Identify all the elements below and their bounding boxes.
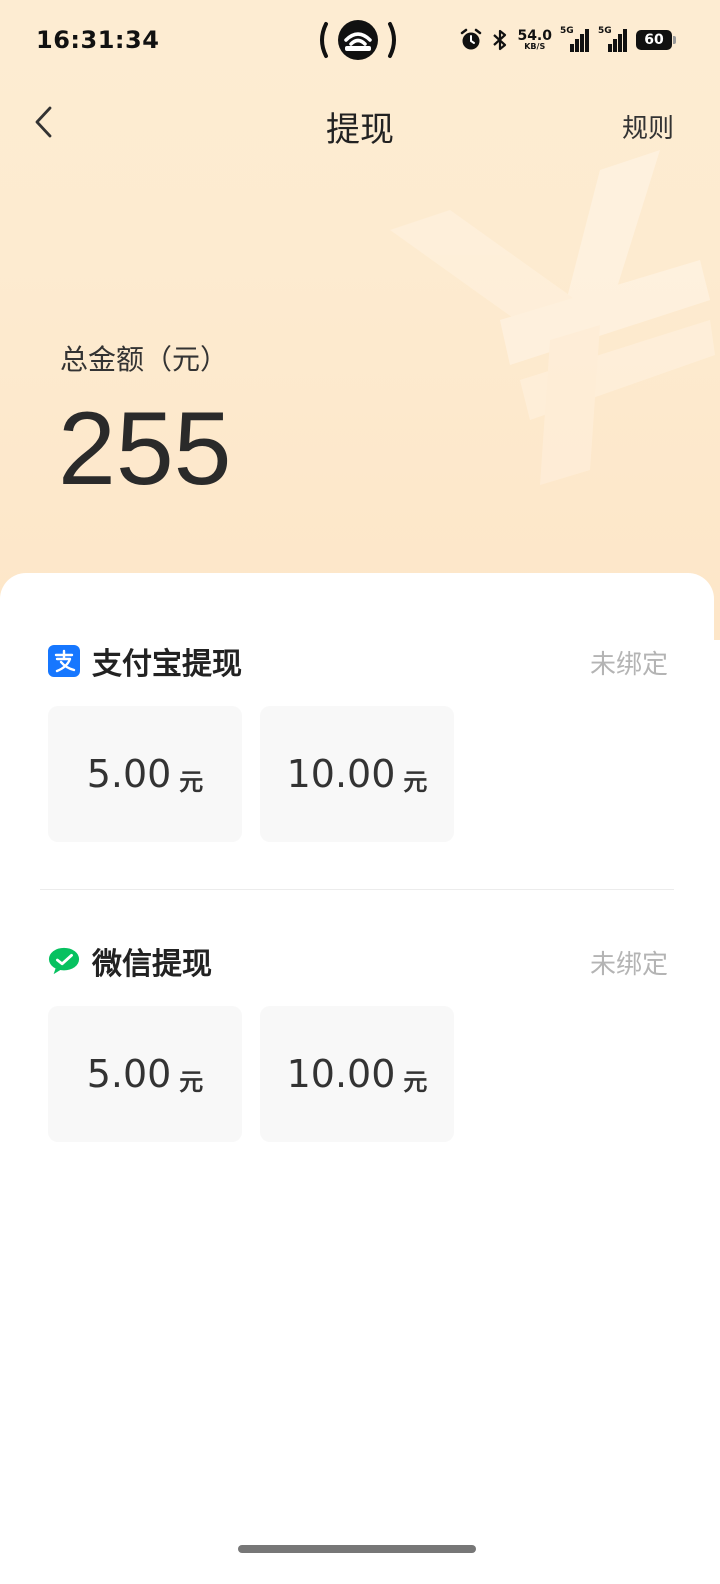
amount-value: 5.00 <box>86 752 172 796</box>
network-speed-unit: KB/S <box>524 42 546 51</box>
amount-value: 10.00 <box>286 1052 396 1096</box>
wechat-section-header: 微信提现 未绑定 <box>48 936 668 986</box>
section-divider <box>40 889 674 890</box>
alarm-icon <box>461 28 482 50</box>
page-title: 提现 <box>326 110 394 150</box>
hotspot-icon <box>320 20 396 60</box>
wechat-section-title: 微信提现 <box>92 947 212 982</box>
home-indicator[interactable] <box>238 1545 476 1553</box>
signal-strength-2: 5G <box>598 26 628 52</box>
yuan-decoration-icon <box>390 150 715 485</box>
nav-bar: 提现 规则 <box>0 90 720 160</box>
wechat-icon <box>48 945 80 977</box>
alipay-amount-option-1[interactable]: 5.00 元 <box>48 706 242 842</box>
status-icons: 54.0 KB/S 5G 5G 60 <box>459 24 676 56</box>
balance-value: 255 <box>58 391 232 507</box>
amount-unit: 元 <box>403 1067 428 1096</box>
battery-indicator: 60 <box>636 30 676 50</box>
rules-link[interactable]: 规则 <box>622 108 674 145</box>
alipay-icon <box>48 645 80 677</box>
amount-unit: 元 <box>179 767 204 796</box>
network-speed-value: 54.0 <box>517 28 552 44</box>
amount-value: 10.00 <box>286 752 396 796</box>
status-time: 16:31:34 <box>36 26 160 54</box>
signal-2-label: 5G <box>598 26 612 36</box>
wechat-bind-status[interactable]: 未绑定 <box>590 944 668 981</box>
amount-value: 5.00 <box>86 1052 172 1096</box>
amount-unit: 元 <box>179 1067 204 1096</box>
network-speed: 54.0 KB/S <box>517 29 552 51</box>
battery-level: 60 <box>644 32 664 48</box>
alipay-section-title: 支付宝提现 <box>92 647 242 682</box>
withdraw-card: 支付宝提现 未绑定 5.00 元 10.00 元 微信提现 未绑定 5.00 元… <box>0 573 714 1584</box>
balance-label: 总金额（元） <box>60 343 229 376</box>
status-bar: 16:31:34 54.0 KB/S 5G 5G 60 <box>0 0 720 80</box>
signal-strength-1: 5G <box>560 26 590 52</box>
amount-unit: 元 <box>403 767 428 796</box>
alipay-bind-status[interactable]: 未绑定 <box>590 644 668 681</box>
signal-1-label: 5G <box>560 26 574 36</box>
wechat-amount-option-2[interactable]: 10.00 元 <box>260 1006 454 1142</box>
alipay-section-header: 支付宝提现 未绑定 <box>48 636 668 686</box>
bluetooth-icon <box>493 29 507 51</box>
alipay-amount-option-2[interactable]: 10.00 元 <box>260 706 454 842</box>
wechat-amount-option-1[interactable]: 5.00 元 <box>48 1006 242 1142</box>
